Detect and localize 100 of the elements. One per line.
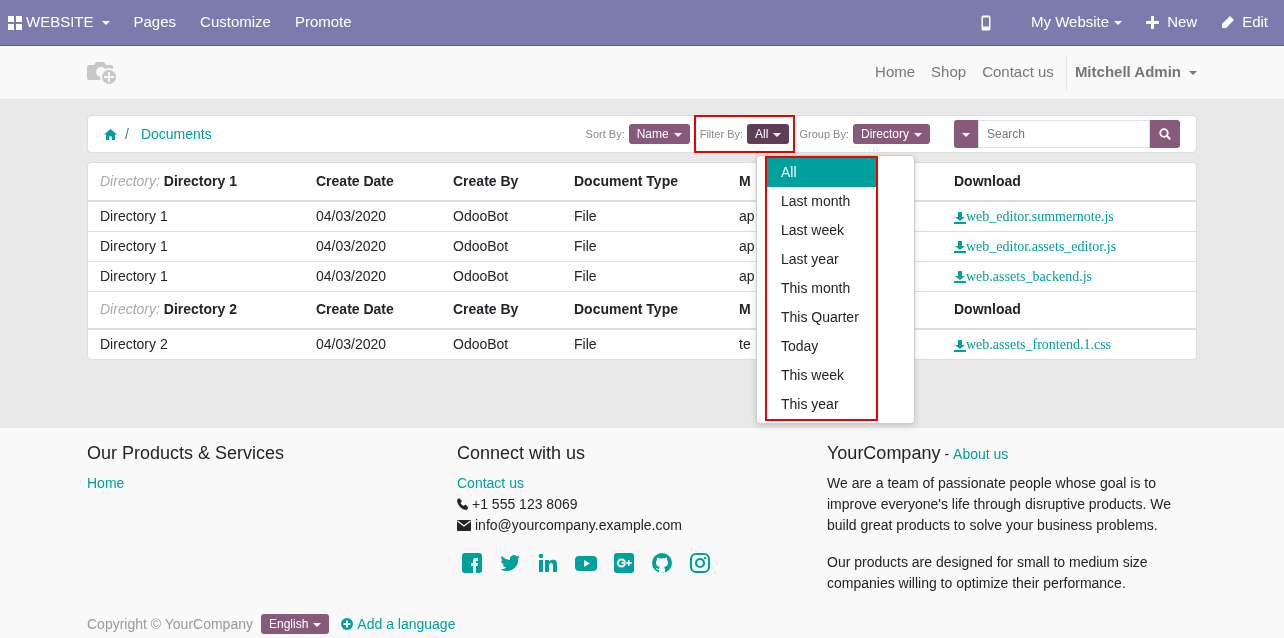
filter-option[interactable]: This month	[767, 274, 876, 303]
group-label: Group By:	[799, 126, 849, 142]
filter-label: Filter By:	[699, 126, 744, 142]
top-menu-item[interactable]: Customize	[200, 11, 271, 34]
plus-circle-icon	[341, 618, 354, 631]
phone-number: +1 555 123 8069	[472, 494, 578, 514]
group-header: Directory: Directory 2	[100, 301, 237, 318]
filter-option[interactable]: Today	[767, 332, 876, 361]
top-menu-item[interactable]: Promote	[294, 11, 352, 34]
download-link[interactable]: web.assets_frontend.1.css	[954, 337, 1112, 352]
filter-option[interactable]: This year	[767, 390, 876, 419]
footer-heading: Our Products & Services	[87, 443, 286, 465]
table-cell: File	[574, 267, 597, 284]
separator: -	[944, 446, 950, 463]
table-cell: 04/03/2020	[316, 237, 387, 254]
sort-label: Sort By:	[585, 126, 625, 142]
table-cell: te	[739, 336, 751, 352]
table-cell: ap	[739, 207, 755, 224]
instagram-icon[interactable]	[689, 551, 711, 574]
add-language-link[interactable]: Add a language	[341, 613, 456, 635]
filter-option[interactable]: This Quarter	[767, 303, 876, 332]
column-header: M	[739, 173, 751, 189]
linkedin-icon[interactable]	[537, 551, 559, 574]
nav-link[interactable]: Home	[867, 61, 924, 84]
group-header: Directory: Directory 1	[100, 173, 237, 189]
footer-heading: Connect with us	[457, 443, 587, 465]
search-button[interactable]	[1150, 120, 1180, 148]
filter-option[interactable]: Last month	[767, 187, 876, 216]
column-header: Create By	[453, 173, 519, 189]
download-icon	[954, 211, 966, 224]
table-cell: OdooBot	[453, 207, 509, 224]
table-cell: 04/03/2020	[316, 267, 387, 284]
column-header: Create Date	[316, 173, 394, 189]
search-options-button[interactable]	[954, 120, 978, 148]
footer-heading: YourCompany	[827, 443, 941, 465]
breadcrumb-separator: /	[125, 124, 129, 144]
table-cell: 04/03/2020	[316, 336, 387, 352]
table-cell: OdooBot	[453, 267, 509, 284]
column-header: Download	[954, 173, 1021, 189]
github-icon[interactable]	[651, 551, 673, 574]
table-cell: Directory 1	[100, 237, 168, 254]
group-dropdown[interactable]: Directory	[853, 124, 930, 144]
download-link[interactable]: web_editor.assets_editor.js	[954, 238, 1117, 254]
edit-button[interactable]: Edit	[1221, 11, 1268, 34]
facebook-icon[interactable]	[461, 551, 483, 574]
user-menu[interactable]: Mitchell Admin	[1074, 61, 1197, 84]
google-plus-icon[interactable]	[613, 551, 635, 574]
filter-option[interactable]: All	[767, 158, 876, 187]
search-field[interactable]: Search	[978, 120, 1150, 148]
filter-option[interactable]: Last year	[767, 245, 876, 274]
footer-link[interactable]: Contact us	[457, 474, 524, 491]
table-cell: Directory 1	[100, 267, 168, 284]
column-header: Download	[954, 301, 1021, 318]
table-cell: 04/03/2020	[316, 207, 387, 224]
download-icon	[954, 339, 966, 352]
table-cell: Directory 2	[100, 336, 168, 352]
phone-icon	[457, 498, 468, 511]
mobile-phone-icon[interactable]	[981, 14, 992, 31]
footer-link[interactable]: Home	[87, 474, 125, 491]
filter-option[interactable]: This week	[767, 361, 876, 390]
breadcrumb-link[interactable]: Documents	[140, 123, 212, 145]
download-icon	[954, 271, 966, 284]
column-header: Create Date	[316, 301, 394, 318]
column-header: Document Type	[574, 301, 678, 318]
table-cell: ap	[739, 237, 755, 254]
top-menu-item[interactable]: Pages	[133, 11, 177, 34]
table-cell: OdooBot	[453, 336, 509, 352]
camera-plus-icon	[87, 59, 118, 86]
copyright-text: Copyright © YourCompany	[87, 614, 253, 634]
nav-link[interactable]: Shop	[923, 61, 975, 84]
column-header: Create By	[453, 301, 519, 318]
column-header: Document Type	[574, 173, 678, 189]
envelope-icon	[457, 519, 471, 531]
email-address: info@yourcompany.example.com	[475, 515, 682, 535]
sort-dropdown[interactable]: Name	[628, 124, 690, 144]
footer-paragraph: We are a team of passionate people whose goal is to improve everyone's life through disruptive products. We build great products to solve your business problems.	[827, 473, 1173, 535]
table-cell: File	[574, 207, 597, 224]
filter-option[interactable]: Last week	[767, 216, 876, 245]
footer-paragraph: Our products are designed for small to medium size companies willing to optimize their performance.	[827, 552, 1149, 593]
website-menu[interactable]: WEBSITE	[8, 11, 110, 34]
download-icon	[954, 241, 966, 254]
plus-icon	[1146, 16, 1160, 29]
language-dropdown[interactable]: English	[260, 614, 330, 635]
filter-dropdown[interactable]: All	[747, 124, 790, 144]
grid-icon	[8, 15, 22, 30]
pencil-icon	[1221, 16, 1235, 29]
table-cell: OdooBot	[453, 237, 509, 254]
download-link[interactable]: web.assets_backend.js	[954, 268, 1092, 284]
table-cell: File	[574, 237, 597, 254]
column-header: M	[739, 301, 751, 318]
home-icon[interactable]	[104, 128, 117, 140]
table-cell: Directory 1	[100, 207, 168, 224]
footer-link[interactable]: About us	[953, 446, 1009, 463]
search-icon	[1159, 128, 1171, 140]
table-cell: File	[574, 336, 597, 352]
nav-link[interactable]: Contact us	[974, 61, 1062, 84]
download-link[interactable]: web_editor.summernote.js	[954, 208, 1114, 224]
website-switcher[interactable]: My Website	[1031, 11, 1123, 34]
table-cell: ap	[739, 267, 755, 284]
new-button[interactable]: New	[1146, 11, 1198, 34]
